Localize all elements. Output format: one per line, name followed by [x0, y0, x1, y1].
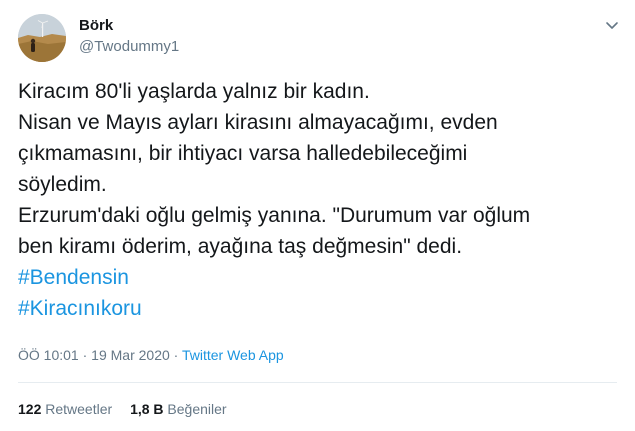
meta-separator: ·	[82, 347, 88, 363]
divider	[18, 382, 617, 383]
tweet-text-line: Nisan ve Mayıs ayları kirasını almayacağ…	[18, 111, 498, 134]
tweet-meta: ÖÖ 10:01 · 19 Mar 2020 · Twitter Web App	[18, 346, 284, 364]
author-handle[interactable]: @Twodummy1	[79, 38, 179, 56]
tweet-text-line: Kiracım 80'li yaşlarda yalnız bir kadın.	[18, 80, 370, 103]
tweet-text-line: Erzurum'daki oğlu gelmiş yanına. "Durumu…	[18, 204, 531, 227]
tweet-date[interactable]: 19 Mar 2020	[91, 347, 170, 363]
hashtag-link[interactable]: #Bendensin	[18, 262, 618, 293]
tweet-source-link[interactable]: Twitter Web App	[182, 347, 284, 363]
author-display-name[interactable]: Börk	[79, 17, 113, 35]
chevron-down-icon[interactable]	[603, 16, 621, 34]
retweets-label: Retweetler	[45, 401, 113, 417]
tweet-text-line: ben kiramı öderim, ayağına taş değmesin"…	[18, 235, 463, 258]
profile-photo-icon	[18, 14, 66, 62]
retweets-stat[interactable]: 122 Retweetler	[18, 401, 116, 417]
tweet-time[interactable]: ÖÖ 10:01	[18, 347, 79, 363]
retweets-count: 122	[18, 401, 42, 417]
likes-stat[interactable]: 1,8 B Beğeniler	[130, 401, 227, 417]
tweet-card: Börk @Twodummy1 Kiracım 80'li yaşlarda y…	[0, 0, 635, 431]
tweet-stats: 122 Retweetler 1,8 B Beğeniler	[18, 400, 241, 418]
hashtag-link[interactable]: #Kiracınıkoru	[18, 293, 618, 324]
tweet-text-line: çıkmamasını, bir ihtiyacı varsa halledeb…	[18, 142, 468, 165]
likes-count: 1,8 B	[130, 401, 164, 417]
meta-separator: ·	[173, 347, 179, 363]
likes-label: Beğeniler	[167, 401, 227, 417]
avatar[interactable]	[18, 14, 66, 62]
tweet-text: Kiracım 80'li yaşlarda yalnız bir kadın.…	[18, 76, 618, 324]
tweet-text-line: söyledim.	[18, 173, 107, 196]
